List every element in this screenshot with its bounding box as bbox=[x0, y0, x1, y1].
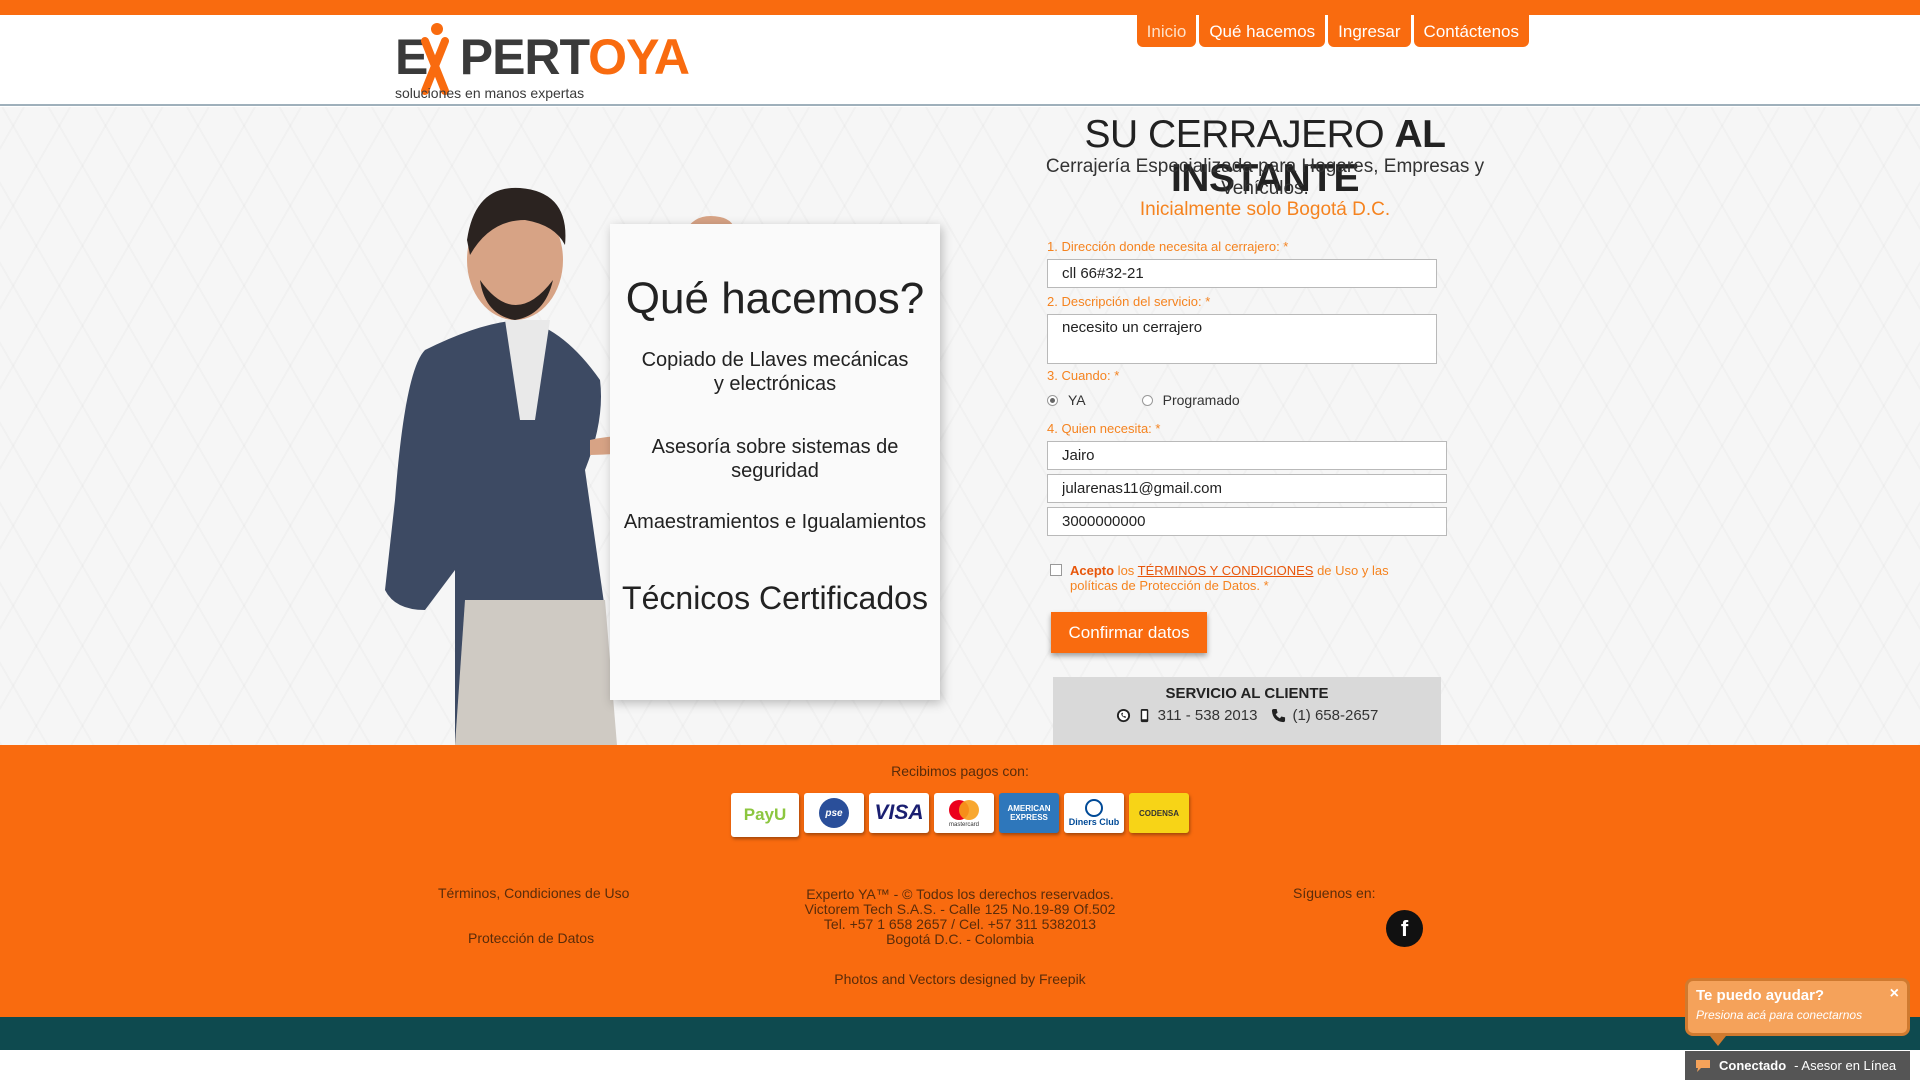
payu-logo: PayU bbox=[731, 793, 799, 837]
footer-terms-link[interactable]: Términos, Condiciones de Uso bbox=[438, 885, 629, 901]
codensa-logo: CODENSA bbox=[1129, 793, 1189, 833]
service-mobile-number[interactable]: 311 - 538 2013 bbox=[1158, 707, 1258, 724]
footer-copyright: Experto YA™ - © Todos los derechos reser… bbox=[804, 886, 1116, 947]
mobile-phone-icon bbox=[1140, 708, 1148, 723]
telephone-icon bbox=[1272, 708, 1286, 723]
site-header: EXPERTOYA soluciones en manos expertas I… bbox=[0, 15, 1920, 106]
radio-programado[interactable] bbox=[1141, 394, 1153, 406]
address-label: 1. Dirección donde necesita al cerrajero… bbox=[1047, 239, 1289, 254]
hero-section bbox=[0, 107, 1920, 745]
mastercard-logo: mastercard bbox=[934, 793, 994, 833]
site-footer: Recibimos pagos con: PayU pse VISA maste… bbox=[0, 745, 1920, 1017]
facebook-icon[interactable]: f bbox=[1386, 910, 1423, 947]
phone-input[interactable] bbox=[1047, 507, 1447, 536]
address-input[interactable] bbox=[1047, 259, 1437, 288]
terms-text: Acepto los TÉRMINOS Y CONDICIONES de Uso… bbox=[1070, 563, 1389, 593]
customer-service-box: SERVICIO AL CLIENTE 311 - 538 2013 (1) 6… bbox=[1053, 677, 1441, 745]
radio-programado-label: Programado bbox=[1162, 392, 1240, 408]
board-item-master-keys: Amaestramientos e Igualamientos bbox=[623, 511, 927, 533]
board-item-security: Asesoría sobre sistemas de seguridad bbox=[651, 436, 899, 482]
bottom-bar bbox=[0, 1017, 1920, 1050]
who-label: 4. Quien necesita: * bbox=[1047, 421, 1161, 436]
chat-speech-icon bbox=[1696, 1059, 1710, 1072]
name-input[interactable] bbox=[1047, 441, 1447, 470]
email-input[interactable] bbox=[1047, 474, 1447, 503]
diners-club-logo: Diners Club bbox=[1064, 793, 1124, 833]
board-title: Qué hacemos? bbox=[625, 274, 925, 323]
nav-contactenos[interactable]: Contáctenos bbox=[1413, 15, 1529, 47]
when-label: 3. Cuando: * bbox=[1047, 368, 1120, 383]
amex-logo: AMERICAN EXPRESS bbox=[999, 793, 1059, 833]
services-board: Qué hacemos? Copiado de Llaves mecánicas… bbox=[610, 224, 940, 700]
logo-tagline: soluciones en manos expertas bbox=[395, 85, 585, 101]
radio-ya[interactable] bbox=[1047, 394, 1058, 406]
payments-title: Recibimos pagos con: bbox=[891, 763, 1029, 779]
hero-subtitle: Cerrajería Especializada para Hogares, E… bbox=[1045, 156, 1485, 199]
chat-hint: Presiona acá para conectarnos bbox=[1696, 1008, 1863, 1022]
city-note: Inicialmente solo Bogotá D.C. bbox=[1139, 199, 1391, 220]
follow-us-label: Síguenos en: bbox=[1293, 885, 1376, 901]
chat-status-bar[interactable]: Conectado - Asesor en Línea bbox=[1685, 1051, 1910, 1080]
mastercard-circles-icon bbox=[949, 799, 979, 820]
nav-inicio[interactable]: Inicio bbox=[1136, 15, 1197, 47]
description-label: 2. Descripción del servicio: * bbox=[1047, 294, 1211, 309]
terms-link[interactable]: TÉRMINOS Y CONDICIONES bbox=[1138, 563, 1314, 578]
top-accent-strip bbox=[0, 0, 1920, 15]
confirm-button[interactable]: Confirmar datos bbox=[1051, 612, 1207, 653]
expertoya-logo[interactable]: EXPERTOYA soluciones en manos expertas bbox=[395, 21, 690, 107]
terms-consent: Acepto los TÉRMINOS Y CONDICIONES de Uso… bbox=[1050, 563, 1430, 593]
main-nav: Inicio Qué hacemos Ingresar Contáctenos bbox=[1136, 15, 1529, 47]
diners-club-icon bbox=[1085, 799, 1103, 817]
footer-credits: Photos and Vectors designed by Freepik bbox=[834, 971, 1086, 987]
board-item-certified: Técnicos Certificados bbox=[622, 580, 928, 616]
pse-logo: pse bbox=[804, 793, 864, 833]
nav-ingresar[interactable]: Ingresar bbox=[1328, 15, 1411, 47]
service-landline-number[interactable]: (1) 658-2657 bbox=[1292, 707, 1378, 724]
chat-question: Te puedo ayudar? bbox=[1696, 987, 1825, 1004]
when-radio-group: YA Programado bbox=[1047, 392, 1240, 408]
description-textarea[interactable]: necesito un cerrajero bbox=[1047, 314, 1437, 364]
customer-service-title: SERVICIO AL CLIENTE bbox=[1165, 685, 1329, 702]
board-item-keys: Copiado de Llaves mecánicas y electrónic… bbox=[641, 349, 909, 395]
footer-privacy-link[interactable]: Protección de Datos bbox=[468, 930, 594, 946]
nav-que-hacemos[interactable]: Qué hacemos bbox=[1199, 15, 1326, 47]
chat-invite-bubble[interactable]: Te puedo ayudar? Presiona acá para conec… bbox=[1685, 978, 1910, 1036]
payment-methods: PayU pse VISA mastercard AMERICAN EXPRES… bbox=[731, 793, 1189, 837]
terms-checkbox[interactable] bbox=[1050, 564, 1062, 576]
chat-bubble-tail bbox=[1710, 1036, 1726, 1046]
close-icon[interactable]: × bbox=[1890, 985, 1899, 1003]
whatsapp-icon[interactable] bbox=[1116, 708, 1131, 723]
visa-logo: VISA bbox=[869, 793, 929, 833]
radio-ya-label: YA bbox=[1068, 392, 1086, 408]
